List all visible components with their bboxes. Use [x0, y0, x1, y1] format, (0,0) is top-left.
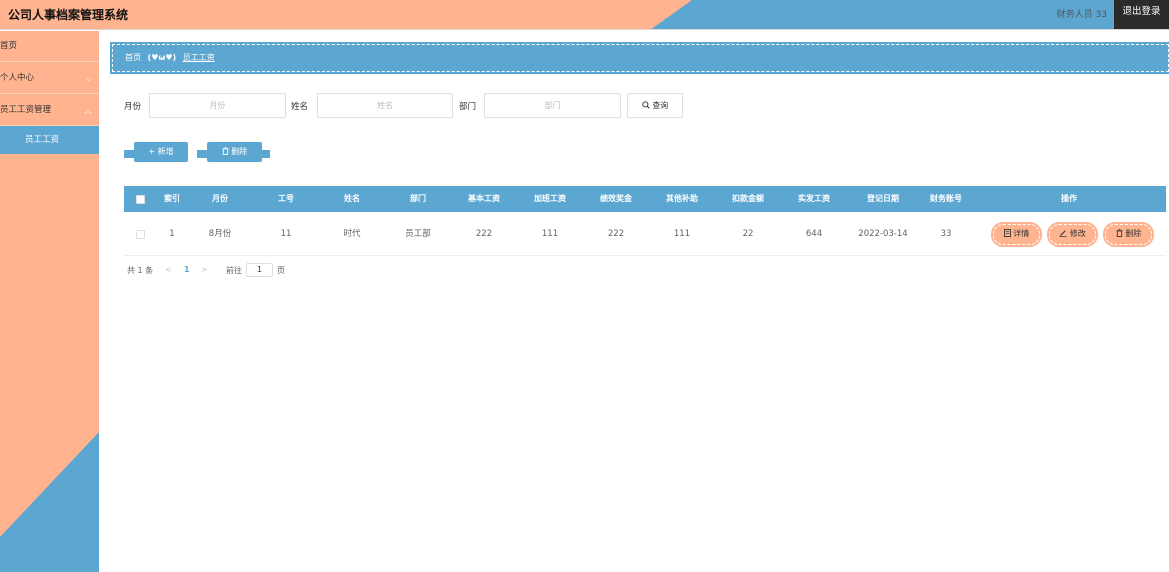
- breadcrumb: 首页 (♥ω♥) 员工工资: [110, 42, 1169, 74]
- search-icon: [642, 101, 650, 109]
- sidebar-item-label: 个人中心: [0, 73, 35, 83]
- add-button[interactable]: + 新增: [124, 142, 188, 162]
- row-checkbox[interactable]: [136, 230, 145, 239]
- row-delete-label: 删除: [1125, 229, 1142, 238]
- pagination-page-suffix: 页: [277, 266, 285, 275]
- name-label: 姓名: [291, 102, 309, 112]
- sidebar-item-personal-center[interactable]: 个人中心 ⌵: [0, 63, 99, 94]
- column-header-other-allowance: 其他补助: [666, 194, 698, 203]
- cell-finance-account: 33: [940, 229, 952, 239]
- sidebar-item-salary-management[interactable]: 员工工资管理 ︿: [0, 95, 99, 126]
- sidebar-item-home[interactable]: 首页: [0, 31, 99, 62]
- pagination-page-1[interactable]: 1: [184, 265, 190, 274]
- cell-month: 8月份: [208, 229, 232, 239]
- column-header-department: 部门: [410, 194, 426, 203]
- column-header-index: 索引: [164, 194, 180, 203]
- column-header-employee-id: 工号: [278, 194, 294, 203]
- cell-deduction: 22: [742, 229, 754, 239]
- department-input[interactable]: 部门: [484, 93, 621, 118]
- cell-other-allowance: 111: [673, 229, 691, 239]
- row-edit-label: 修改: [1069, 229, 1086, 238]
- top-header: 公司人事档案管理系统 财务人员 33 退出登录: [0, 0, 1169, 30]
- column-header-overtime-pay: 加班工资: [534, 194, 566, 203]
- column-header-base-salary: 基本工资: [468, 194, 500, 203]
- app-title: 公司人事档案管理系统: [8, 8, 129, 22]
- cell-name: 时代: [343, 229, 361, 239]
- breadcrumb-home[interactable]: 首页: [125, 53, 141, 62]
- delete-button[interactable]: 删除: [197, 142, 270, 162]
- row-detail-button[interactable]: 详情: [991, 222, 1042, 247]
- month-label: 月份: [124, 102, 142, 112]
- delete-button-tail-right: [260, 150, 270, 158]
- search-button-label: 查询: [652, 101, 669, 110]
- pagination-prev-button[interactable]: <: [165, 265, 172, 274]
- cell-overtime-pay: 111: [541, 229, 559, 239]
- sidebar-blue-corner: [0, 432, 99, 572]
- department-label: 部门: [459, 102, 477, 112]
- column-header-net-salary: 实发工资: [798, 194, 830, 203]
- cell-register-date: 2022-03-14: [858, 229, 908, 239]
- row-edit-button[interactable]: 修改: [1047, 222, 1098, 247]
- column-header-register-date: 登记日期: [867, 194, 899, 203]
- row-detail-label: 详情: [1013, 229, 1030, 238]
- document-icon: [1003, 229, 1011, 237]
- trash-icon: [1116, 229, 1123, 237]
- column-header-deduction: 扣款金额: [732, 194, 764, 203]
- name-input[interactable]: 姓名: [317, 93, 453, 118]
- select-all-checkbox[interactable]: [136, 195, 145, 204]
- column-header-finance-account: 财务账号: [930, 194, 962, 203]
- current-user-label: 财务人员 33: [1056, 10, 1107, 20]
- column-header-performance-bonus: 绩效奖金: [600, 194, 632, 203]
- breadcrumb-separator: (♥ω♥): [147, 53, 177, 62]
- column-header-actions: 操作: [1061, 194, 1077, 203]
- table-header: 索引 月份 工号 姓名 部门 基本工资 加班工资 绩效奖金 其他补助 扣款金额 …: [124, 186, 1166, 212]
- cell-base-salary: 222: [475, 229, 493, 239]
- pagination-total: 共 1 条: [127, 266, 154, 275]
- month-input[interactable]: 月份: [149, 93, 286, 118]
- pagination-goto-label: 前往: [226, 266, 242, 275]
- sidebar-item-label: 首页: [0, 41, 18, 51]
- row-delete-button[interactable]: 删除: [1103, 222, 1154, 247]
- column-header-name: 姓名: [344, 194, 360, 203]
- cell-index: 1: [169, 229, 175, 239]
- sidebar-item-label: 员工工资管理: [0, 105, 52, 115]
- breadcrumb-current: 员工工资: [182, 53, 215, 62]
- delete-button-label: 删除: [231, 147, 248, 156]
- cell-net-salary: 644: [805, 229, 823, 239]
- logout-button[interactable]: 退出登录: [1114, 0, 1169, 30]
- pagination-goto-input[interactable]: 1: [246, 263, 273, 277]
- add-button-tail: [124, 150, 134, 158]
- cell-performance-bonus: 222: [607, 229, 625, 239]
- delete-button-tail-left: [197, 150, 207, 158]
- edit-icon: [1059, 230, 1067, 237]
- sidebar: 首页 个人中心 ⌵ 员工工资管理 ︿ 员工工资: [0, 31, 99, 572]
- sidebar-subitem-employee-salary[interactable]: 员工工资: [0, 126, 99, 154]
- cell-employee-id: 11: [280, 229, 292, 239]
- column-header-month: 月份: [212, 194, 228, 203]
- header-blue-wedge: [650, 0, 1169, 30]
- header-divider: [0, 29, 1169, 30]
- trash-icon: [222, 147, 229, 155]
- table-row: 1 8月份 11 时代 员工部 222 111 222 111 22 644 2…: [124, 212, 1166, 256]
- search-button[interactable]: 查询: [627, 93, 683, 118]
- add-button-label: + 新增: [148, 147, 174, 156]
- chevron-up-icon: ︿: [84, 106, 92, 115]
- cell-department: 员工部: [405, 229, 431, 239]
- chevron-down-icon: ⌵: [85, 74, 92, 83]
- pagination-next-button[interactable]: >: [201, 265, 208, 274]
